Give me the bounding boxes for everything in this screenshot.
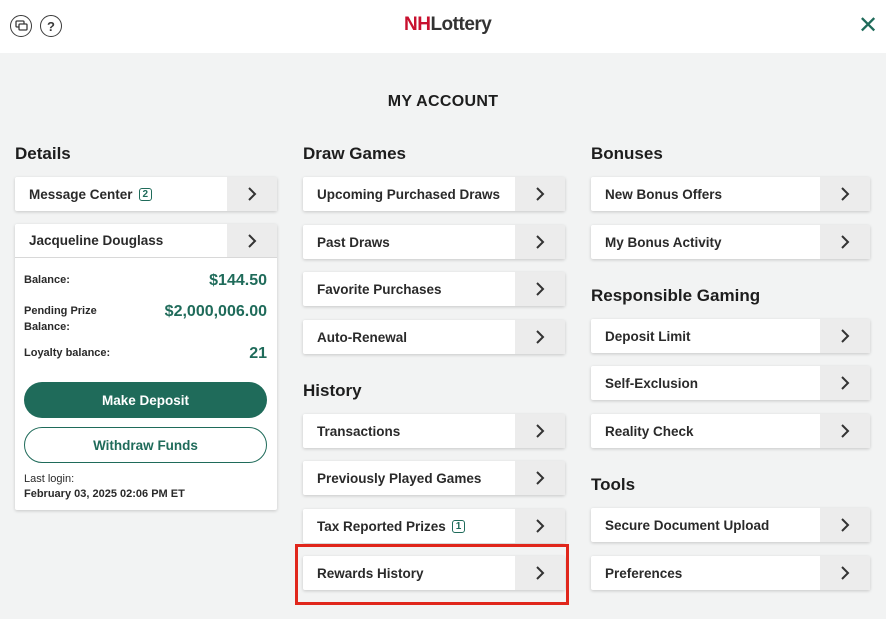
section-title-bonuses: Bonuses [591,144,663,163]
new-bonus-offers-row[interactable]: New Bonus Offers [591,177,870,211]
chevron-right-icon[interactable] [227,224,277,257]
chevron-right-icon[interactable] [820,225,870,259]
deposit-limit-row[interactable]: Deposit Limit [591,319,870,353]
close-icon[interactable]: ✕ [858,14,878,38]
rewards-history-highlight [295,544,569,605]
last-login-label: Last login: [24,473,75,485]
pending-prize-row: Pending Prize Balance: $2,000,006.00 [24,303,267,335]
row-label: Self-Exclusion [605,375,699,391]
row-label: Transactions [317,423,401,439]
last-login: Last login: February 03, 2025 02:06 PM E… [24,472,185,502]
chevron-right-icon[interactable] [515,177,565,211]
tax-prizes-count-badge: 1 [451,519,466,533]
chevron-right-icon[interactable] [820,177,870,211]
chevron-right-icon[interactable] [820,319,870,353]
auto-renewal-row[interactable]: Auto-Renewal [303,320,565,354]
chevron-right-icon[interactable] [227,177,277,211]
message-center-label: Message Center [29,186,133,202]
row-label: Favorite Purchases [317,281,442,297]
tax-reported-prizes-row[interactable]: Tax Reported Prizes 1 [303,509,565,543]
make-deposit-button[interactable]: Make Deposit [24,382,267,418]
chevron-right-icon[interactable] [515,272,565,306]
row-label: Tax Reported Prizes 1 [303,519,515,534]
row-label: Past Draws [317,234,390,250]
row-label: Previously Played Games [317,470,482,486]
section-title-responsible-gaming: Responsible Gaming [591,286,761,305]
pending-label-line-1: Pending Prize [24,305,97,317]
top-bar: ? NHLottery ✕ [0,0,886,53]
chat-icon[interactable] [10,15,32,37]
chevron-right-icon[interactable] [515,225,565,259]
row-label: New Bonus Offers [605,186,723,202]
nh-lottery-logo[interactable]: NHLottery [404,14,492,36]
section-title-history: History [303,381,362,400]
pending-prize-value: $2,000,006.00 [164,303,267,320]
row-label: Upcoming Purchased Draws [317,186,501,202]
pending-prize-label: Pending Prize Balance: [24,303,97,335]
row-label: My Bonus Activity [605,234,722,250]
row-label: Auto-Renewal [317,329,408,345]
loyalty-value: 21 [249,345,267,362]
message-center-row[interactable]: Message Center 2 [15,177,277,211]
loyalty-label: Loyalty balance: [24,347,111,359]
last-login-date: February 03, 2025 02:06 PM ET [24,488,185,500]
self-exclusion-row[interactable]: Self-Exclusion [591,366,870,400]
chevron-right-icon[interactable] [820,556,870,590]
favorite-purchases-row[interactable]: Favorite Purchases [303,272,565,306]
chevron-right-icon[interactable] [820,508,870,542]
withdraw-funds-button[interactable]: Withdraw Funds [24,427,267,463]
row-label: Secure Document Upload [605,517,770,533]
upcoming-purchased-draws-row[interactable]: Upcoming Purchased Draws [303,177,565,211]
past-draws-row[interactable]: Past Draws [303,225,565,259]
balance-row: Balance: $144.50 [24,272,267,290]
balance-value: $144.50 [209,272,267,289]
chevron-right-icon[interactable] [515,320,565,354]
my-bonus-activity-row[interactable]: My Bonus Activity [591,225,870,259]
transactions-row[interactable]: Transactions [303,414,565,448]
section-title-details: Details [15,144,71,163]
help-glyph: ? [47,18,55,34]
loyalty-row: Loyalty balance: 21 [24,345,267,363]
chevron-right-icon[interactable] [515,509,565,543]
help-icon[interactable]: ? [40,15,62,37]
row-label: Deposit Limit [605,328,691,344]
row-label: Reality Check [605,423,694,439]
account-name: Jacqueline Douglass [29,233,164,248]
reality-check-row[interactable]: Reality Check [591,414,870,448]
section-title-tools: Tools [591,475,636,494]
tax-reported-prizes-label: Tax Reported Prizes [317,518,446,534]
section-title-draw-games: Draw Games [303,144,406,163]
chevron-right-icon[interactable] [820,366,870,400]
page-title: MY ACCOUNT [387,93,499,110]
account-name-row[interactable]: Jacqueline Douglass [15,224,277,258]
message-count-badge: 2 [138,187,153,201]
chevron-right-icon[interactable] [515,461,565,495]
balance-label: Balance: [24,274,70,286]
logo-lottery: Lottery [430,14,492,35]
preferences-row[interactable]: Preferences [591,556,870,590]
row-label: Preferences [605,565,683,581]
row-label: Message Center 2 [15,187,227,202]
secure-document-upload-row[interactable]: Secure Document Upload [591,508,870,542]
logo-nh: NH [404,14,431,35]
chevron-right-icon[interactable] [515,414,565,448]
previously-played-games-row[interactable]: Previously Played Games [303,461,565,495]
pending-label-line-2: Balance: [24,321,70,333]
account-card: Jacqueline Douglass Balance: $144.50 Pen… [15,224,277,510]
chevron-right-icon[interactable] [820,414,870,448]
